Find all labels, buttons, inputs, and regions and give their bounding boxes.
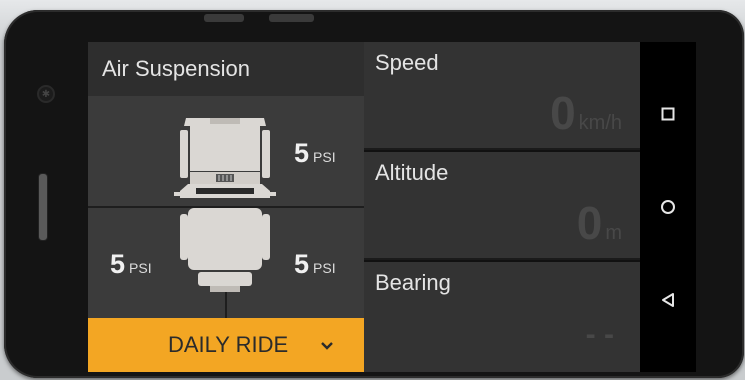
ride-mode-dropdown[interactable]: DAILY RIDE [88, 318, 364, 372]
bearing-value: - - [585, 318, 614, 351]
speaker-grille [38, 173, 48, 241]
back-button[interactable] [640, 280, 696, 320]
bearing-tile: Bearing - - [364, 262, 640, 372]
psi-rear-right: 5 PSI [294, 249, 336, 279]
volume-button [204, 14, 244, 22]
square-icon [661, 107, 675, 121]
vehicle-top-view-icon [174, 118, 276, 292]
home-button[interactable] [640, 187, 696, 227]
altitude-label: Altitude [375, 160, 449, 185]
suspension-diagram: 5 PSI 5 PSI 5 PSI [88, 96, 364, 318]
android-nav-bar [640, 42, 696, 372]
chevron-down-icon [320, 318, 334, 372]
recents-button[interactable] [640, 94, 696, 134]
phone-frame: ✱ Air Suspension 5 PSI 5 PSI 5 PSI DAILY… [4, 10, 744, 378]
psi-rear-left: 5 PSI [110, 249, 152, 279]
triangle-back-icon [662, 293, 674, 307]
psi-front-right: 5 PSI [294, 138, 336, 168]
speed-value: 0 km/h [550, 87, 622, 139]
speed-tile: Speed 0 km/h [364, 42, 640, 150]
air-suspension-panel: Air Suspension 5 PSI 5 PSI 5 PSI DAILY R… [88, 42, 364, 372]
air-suspension-title: Air Suspension [88, 42, 364, 96]
ride-mode-label: DAILY RIDE [168, 332, 289, 357]
altitude-tile: Altitude 0m [364, 152, 640, 260]
circle-icon [661, 200, 675, 214]
front-camera-icon: ✱ [37, 85, 55, 103]
power-button [269, 14, 314, 22]
speed-label: Speed [375, 50, 439, 75]
altitude-value: 0m [576, 197, 622, 249]
app-screen: Air Suspension 5 PSI 5 PSI 5 PSI DAILY R… [88, 42, 696, 372]
telemetry-panel: Speed 0 km/h Altitude 0m Bearing - - [364, 42, 640, 372]
bearing-label: Bearing [375, 270, 451, 295]
